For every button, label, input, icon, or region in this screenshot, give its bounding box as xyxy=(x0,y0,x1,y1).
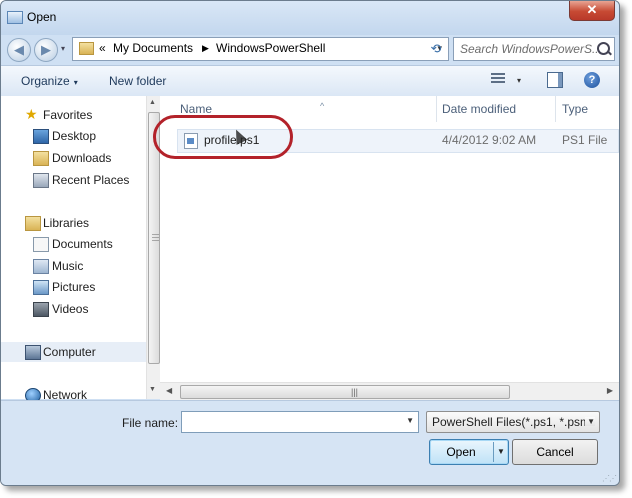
scroll-up-arrow-icon[interactable]: ▲ xyxy=(149,99,156,106)
new-folder-button[interactable]: New folder xyxy=(109,74,166,88)
nav-music[interactable]: Music xyxy=(1,256,147,276)
column-divider[interactable] xyxy=(555,96,556,122)
search-placeholder: Search WindowsPowerS... xyxy=(460,42,602,56)
breadcrumb-my-documents[interactable]: My Documents xyxy=(113,41,193,55)
nav-computer[interactable]: Computer xyxy=(1,342,147,362)
address-row: ◀ ▶ ▾ « My Documents ▶ WindowsPowerShell… xyxy=(1,35,619,63)
column-header-date-modified[interactable]: Date modified xyxy=(442,96,552,122)
view-options-dropdown[interactable]: ▾ xyxy=(517,76,521,85)
file-list-horizontal-scrollbar[interactable]: ◀ ||| ▶ xyxy=(160,382,619,400)
file-name-label: File name: xyxy=(122,416,179,430)
computer-icon xyxy=(25,345,41,360)
recent-places-icon xyxy=(33,173,49,188)
chevron-down-icon: ▼ xyxy=(585,417,595,426)
back-button[interactable]: ◀ xyxy=(7,38,31,62)
dialog-icon xyxy=(7,11,23,24)
dialog-footer: File name: ▼ PowerShell Files(*.ps1, *.p… xyxy=(1,400,619,485)
file-type: PS1 File xyxy=(562,133,608,147)
nav-favorites[interactable]: ★ Favorites xyxy=(1,105,147,125)
file-type-value: PowerShell Files(*.ps1, *.psm xyxy=(432,415,591,429)
nav-documents[interactable]: Documents xyxy=(1,234,147,254)
open-options-dropdown[interactable]: ▼ xyxy=(497,447,505,456)
navigation-pane: ★ Favorites Desktop Downloads Recent Pla… xyxy=(1,96,160,403)
column-divider[interactable] xyxy=(436,96,437,122)
close-button[interactable]: ✕ xyxy=(569,1,615,21)
preview-pane-icon[interactable] xyxy=(547,72,563,88)
nav-desktop-label: Desktop xyxy=(52,129,97,143)
file-date-modified: 4/4/2012 9:02 AM xyxy=(442,133,537,147)
open-button[interactable]: Open ▼ xyxy=(429,439,509,465)
title-bar[interactable]: Open ✕ xyxy=(1,1,619,35)
nav-downloads[interactable]: Downloads xyxy=(1,148,147,168)
desktop-icon xyxy=(33,129,49,144)
grip-icon: ||| xyxy=(351,387,359,397)
pictures-icon xyxy=(33,280,49,295)
file-name-input[interactable]: ▼ xyxy=(181,411,419,433)
recent-locations-dropdown[interactable]: ▾ xyxy=(61,44,65,53)
nav-downloads-label: Downloads xyxy=(52,151,112,165)
help-icon[interactable]: ? xyxy=(584,72,600,88)
nav-recent-places[interactable]: Recent Places xyxy=(1,170,147,190)
breadcrumb-separator-icon[interactable]: ▶ xyxy=(202,43,209,54)
star-icon: ★ xyxy=(25,106,38,122)
command-bar: Organize ▾ New folder ▾ ? xyxy=(1,65,619,97)
resize-grip-icon[interactable]: ⋰⋰ xyxy=(602,474,617,483)
dialog-title: Open xyxy=(27,10,57,24)
scroll-down-arrow-icon[interactable]: ▼ xyxy=(149,386,156,393)
cancel-button[interactable]: Cancel xyxy=(512,439,598,465)
downloads-icon xyxy=(33,151,49,166)
change-view-icon[interactable] xyxy=(491,73,505,86)
organize-button[interactable]: Organize ▾ xyxy=(21,74,78,88)
scroll-left-arrow-icon[interactable]: ◀ xyxy=(166,386,172,395)
nav-favorites-label: Favorites xyxy=(43,108,93,122)
nav-videos-label: Videos xyxy=(52,302,89,316)
annotation-highlight-circle xyxy=(153,115,293,159)
forward-button[interactable]: ▶ xyxy=(34,38,58,62)
sort-ascending-icon: ^ xyxy=(320,101,325,111)
nav-libraries-label: Libraries xyxy=(43,216,90,230)
nav-music-label: Music xyxy=(52,259,84,273)
file-name-dropdown-icon[interactable]: ▼ xyxy=(406,416,414,425)
chevron-down-icon: ▾ xyxy=(73,78,78,87)
split-divider xyxy=(493,442,494,462)
breadcrumb-windowspowershell[interactable]: WindowsPowerShell xyxy=(216,41,325,55)
nav-desktop[interactable]: Desktop xyxy=(1,126,147,146)
nav-videos[interactable]: Videos xyxy=(1,299,147,319)
music-icon xyxy=(33,259,49,274)
refresh-icon[interactable]: ⟲ xyxy=(427,41,445,57)
nav-pictures[interactable]: Pictures xyxy=(1,277,147,297)
file-type-select[interactable]: PowerShell Files(*.ps1, *.psm ▼ xyxy=(426,411,600,433)
libraries-icon xyxy=(25,216,41,231)
search-input[interactable]: Search WindowsPowerS... xyxy=(453,37,615,61)
grip-icon: — — — xyxy=(152,231,159,244)
nav-libraries[interactable]: Libraries xyxy=(1,213,147,233)
scroll-right-arrow-icon[interactable]: ▶ xyxy=(607,386,613,395)
open-dialog: Open ✕ ◀ ▶ ▾ « My Documents ▶ WindowsPow… xyxy=(0,0,620,486)
search-icon[interactable] xyxy=(597,42,610,55)
nav-recent-places-label: Recent Places xyxy=(52,173,130,187)
nav-pictures-label: Pictures xyxy=(52,280,96,294)
address-bar[interactable]: « My Documents ▶ WindowsPowerShell ▾ xyxy=(72,37,449,61)
address-overflow[interactable]: « xyxy=(99,41,106,55)
videos-icon xyxy=(33,302,49,317)
folder-icon xyxy=(79,42,94,55)
cancel-button-label: Cancel xyxy=(536,445,574,459)
horizontal-scroll-thumb[interactable]: ||| xyxy=(180,385,510,399)
organize-label: Organize xyxy=(21,74,70,88)
documents-icon xyxy=(33,237,49,252)
nav-documents-label: Documents xyxy=(52,237,113,251)
nav-computer-label: Computer xyxy=(43,345,96,359)
column-header-type[interactable]: Type xyxy=(562,96,617,122)
open-button-label: Open xyxy=(446,445,476,459)
column-name-label: Name xyxy=(180,102,213,116)
